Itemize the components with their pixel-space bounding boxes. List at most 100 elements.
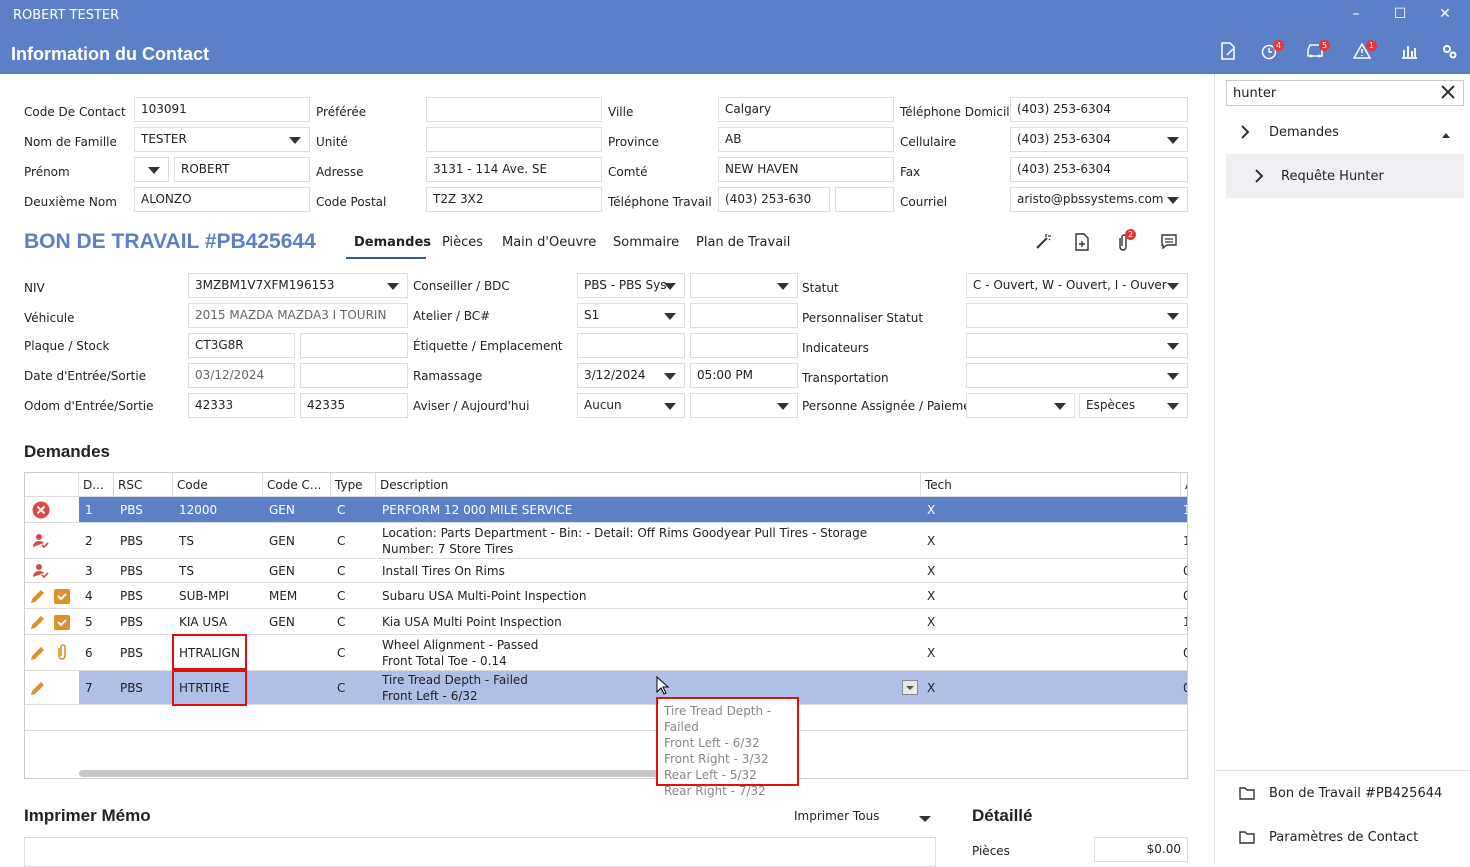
col-header-type[interactable]: Type [331, 473, 376, 497]
add-document-icon[interactable] [1071, 233, 1093, 255]
location-field[interactable] [690, 333, 798, 358]
chevron-right-icon[interactable] [1239, 125, 1251, 142]
address-field[interactable]: 3131 - 114 Ave. SE [426, 157, 602, 182]
col-header-d[interactable]: D... [79, 473, 114, 497]
workphone-field[interactable]: (403) 253-630 [718, 187, 830, 212]
province-field[interactable]: AB [718, 127, 894, 152]
table-row[interactable]: 3 PBS TS GEN C Install Tires On Rims X 0 [25, 559, 1187, 584]
parts-value-field[interactable]: $0.00 [1094, 837, 1188, 862]
assigned-dropdown[interactable] [966, 393, 1075, 418]
minimize-button[interactable]: – [1344, 6, 1368, 26]
advisor-dropdown[interactable]: PBS - PBS Sys [577, 273, 685, 298]
sidebar-item-demandes[interactable]: Demandes [1269, 125, 1339, 140]
print-all-chevron-icon[interactable] [918, 812, 932, 826]
plate-field[interactable]: CT3G8R [188, 333, 295, 358]
tab-pieces[interactable]: Pièces [442, 235, 483, 250]
tag-field[interactable] [577, 333, 685, 358]
attachment-icon[interactable]: 2 [1112, 229, 1136, 255]
checklist-icon[interactable] [53, 587, 71, 609]
unit-field[interactable] [426, 127, 602, 152]
tab-demandes[interactable]: Demandes [354, 235, 431, 250]
salutation-dropdown[interactable] [134, 157, 169, 182]
lastname-field[interactable]: TESTER [134, 127, 310, 152]
cell-desc[interactable]: Tire Tread Depth - Failed Front Left - 6… [376, 671, 921, 704]
firstname-field[interactable]: ROBERT [174, 157, 310, 182]
col-header-description[interactable]: Description [376, 473, 921, 497]
indicators-dropdown[interactable] [966, 333, 1188, 358]
stock-field[interactable] [300, 333, 408, 358]
col-header-rsc[interactable]: RSC [114, 473, 173, 497]
col-header-tech[interactable]: Tech [921, 473, 1181, 497]
shop-dropdown[interactable]: S1 [577, 303, 685, 328]
history-icon[interactable]: 4 [1256, 40, 1284, 68]
county-field[interactable]: NEW HAVEN [718, 157, 894, 182]
horizontal-scrollbar[interactable] [79, 770, 679, 777]
chevron-right-icon[interactable] [1253, 169, 1265, 186]
table-row[interactable]: 4 PBS SUB-MPI MEM C Subaru USA Multi-Poi… [25, 583, 1187, 609]
edit-pencil-icon[interactable] [29, 679, 47, 701]
custom-status-dropdown[interactable] [966, 303, 1188, 328]
vehicle-icon[interactable]: 5 [1302, 40, 1330, 68]
preferred-field[interactable] [426, 97, 602, 122]
today-dropdown[interactable] [690, 393, 798, 418]
workphone-ext-field[interactable] [835, 187, 894, 212]
close-window-button[interactable]: ✕ [1433, 6, 1457, 26]
edit-pencil-icon[interactable] [29, 587, 47, 609]
clear-search-icon[interactable] [1439, 83, 1457, 104]
col-header-code[interactable]: Code [173, 473, 263, 497]
attachment-icon[interactable] [53, 644, 71, 666]
col-header-codec[interactable]: Code C... [263, 473, 331, 497]
fax-field[interactable]: (403) 253-6304 [1010, 157, 1188, 182]
city-field[interactable]: Calgary [718, 97, 894, 122]
date-in-field[interactable]: 03/12/2024 [188, 363, 295, 388]
new-row[interactable] [25, 705, 1187, 731]
bdc-dropdown[interactable] [690, 273, 798, 298]
warning-icon[interactable]: 1 [1349, 40, 1377, 68]
po-field[interactable] [690, 303, 798, 328]
sidebar-link-contact-params[interactable]: Paramètres de Contact [1269, 830, 1418, 845]
sidebar-item-hunter-request[interactable]: Requête Hunter [1281, 169, 1384, 184]
table-row[interactable]: 2 PBS TS GEN C Location: Parts Departmen… [25, 523, 1187, 559]
col-header-a[interactable]: A [1181, 473, 1187, 497]
table-row[interactable]: 1 PBS 12000 GEN C PERFORM 12 000 MILE SE… [25, 497, 1187, 523]
cell-field[interactable]: (403) 253-6304 [1010, 127, 1188, 152]
chart-icon[interactable] [1396, 42, 1422, 68]
vehicle-field[interactable]: 2015 MAZDA MAZDA3 I TOURIN [188, 303, 408, 328]
delete-error-icon[interactable] [32, 501, 50, 523]
email-field[interactable]: aristo@pbssystems.com [1010, 187, 1188, 212]
print-all-label[interactable]: Imprimer Tous [794, 809, 879, 823]
tab-sommaire[interactable]: Sommaire [613, 235, 679, 250]
comments-icon[interactable] [1158, 233, 1180, 255]
memo-textarea[interactable] [24, 837, 936, 867]
edit-document-icon[interactable] [1215, 42, 1241, 68]
homephone-field[interactable]: (403) 253-6304 [1010, 97, 1188, 122]
sidebar-link-workorder[interactable]: Bon de Travail #PB425644 [1269, 786, 1442, 801]
table-row[interactable]: 5 PBS KIA USA GEN C Kia USA Multi Point … [25, 609, 1187, 635]
sidebar-search-input[interactable]: hunter [1226, 80, 1464, 106]
payment-dropdown[interactable]: Espèces [1079, 393, 1188, 418]
user-check-icon[interactable] [32, 532, 50, 554]
maximize-button[interactable]: ☐ [1388, 6, 1412, 26]
tab-main-oeuvre[interactable]: Main d'Oeuvre [502, 235, 596, 250]
contact-code-field[interactable]: 103091 [134, 97, 310, 122]
status-dropdown[interactable]: C - Ouvert, W - Ouvert, I - Ouver [966, 273, 1188, 298]
desc-dropdown-button[interactable] [902, 680, 918, 695]
settings-gear-icon[interactable] [1436, 42, 1462, 68]
tab-plan-travail[interactable]: Plan de Travail [696, 235, 790, 250]
date-out-field[interactable] [300, 363, 408, 388]
odom-out-field[interactable]: 42335 [300, 393, 408, 418]
edit-pencil-icon[interactable] [29, 644, 47, 666]
pickup-date-dropdown[interactable]: 3/12/2024 [577, 363, 685, 388]
odom-in-field[interactable]: 42333 [188, 393, 295, 418]
collapse-up-icon[interactable] [1441, 128, 1451, 142]
transport-dropdown[interactable] [966, 363, 1188, 388]
checklist-icon[interactable] [53, 613, 71, 635]
notify-dropdown[interactable]: Aucun [577, 393, 685, 418]
vin-field[interactable]: 3MZBM1V7XFM196153 [188, 273, 408, 298]
magic-wand-icon[interactable] [1032, 233, 1054, 255]
edit-pencil-icon[interactable] [29, 613, 47, 635]
user-check-icon[interactable] [32, 562, 50, 584]
pickup-time-field[interactable]: 05:00 PM [690, 363, 798, 388]
middlename-field[interactable]: ALONZO [134, 187, 310, 212]
postal-field[interactable]: T2Z 3X2 [426, 187, 602, 212]
